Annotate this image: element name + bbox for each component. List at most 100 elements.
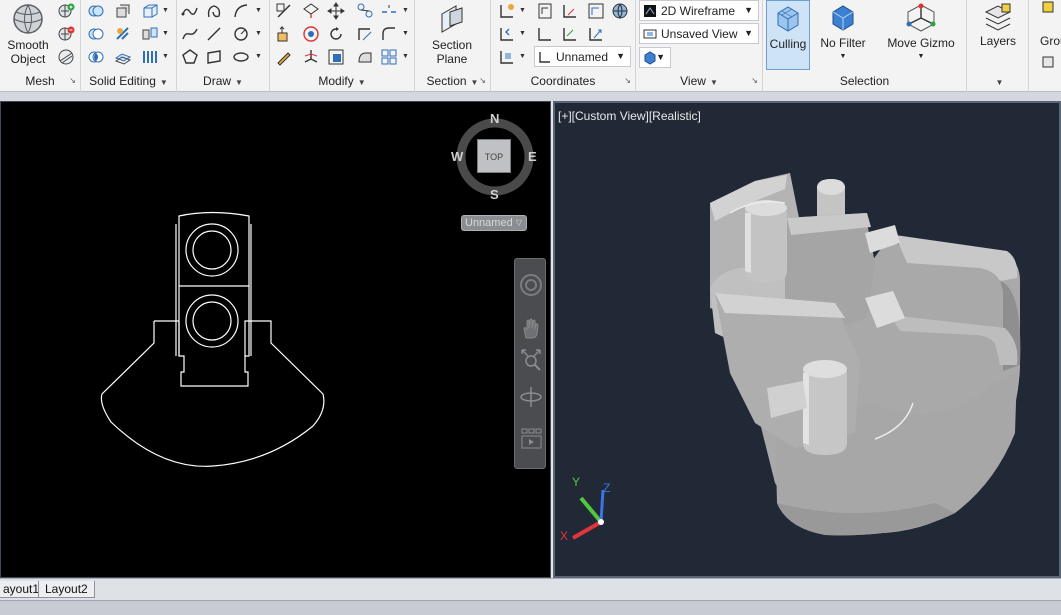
ucs-origin-button[interactable] — [585, 0, 607, 22]
section-solid-button[interactable] — [354, 46, 376, 68]
chevron-down-icon[interactable]: ▼ — [162, 30, 169, 37]
draw-panel-title[interactable]: Draw ▼ — [177, 73, 269, 89]
selection-panel-title[interactable]: Selection — [763, 73, 966, 89]
mesh-remove-crease-button[interactable] — [55, 23, 77, 45]
layers-button[interactable]: Layers — [973, 0, 1023, 48]
layers-panel-expander[interactable]: ▼ — [967, 73, 1028, 89]
named-view-combo[interactable]: Unsaved View ▼ — [639, 23, 759, 44]
3d-move-button[interactable] — [325, 0, 347, 22]
visual-style-combo[interactable]: 2D Wireframe ▼ — [639, 0, 759, 21]
ucs-x-button[interactable] — [559, 0, 581, 22]
chevron-down-icon[interactable]: ▼ — [402, 53, 409, 60]
ucs-named-button[interactable] — [534, 0, 556, 22]
ucs-button[interactable] — [496, 0, 518, 22]
group-button[interactable] — [1041, 0, 1055, 14]
section-panel-title[interactable]: Section ▼ ↘ — [415, 73, 490, 89]
zoom-extents-button[interactable] — [519, 347, 543, 371]
pan-button[interactable] — [519, 317, 543, 341]
polygon-button[interactable] — [179, 46, 201, 68]
stretch-button[interactable] — [354, 23, 376, 45]
offset-edge-button[interactable] — [273, 46, 295, 68]
move-gizmo-button[interactable]: Move Gizmo ▼ — [881, 0, 961, 64]
solid-history-button[interactable] — [139, 0, 161, 22]
presspull-button[interactable] — [273, 23, 295, 45]
showmotion-button[interactable] — [519, 427, 543, 451]
viewcube[interactable]: TOP N S W E — [451, 111, 537, 202]
array-button[interactable] — [378, 46, 400, 68]
separate-button[interactable] — [139, 23, 161, 45]
ellipse-button[interactable] — [230, 46, 252, 68]
compass-east[interactable]: E — [528, 149, 537, 164]
chevron-down-icon[interactable]: ▼ — [162, 7, 169, 14]
view-title-text: View — [680, 74, 706, 88]
modify-panel-title[interactable]: Modify ▼ — [270, 73, 414, 89]
spline-button[interactable] — [179, 23, 201, 45]
orbit-button[interactable] — [519, 385, 543, 409]
viewport-top-2d[interactable]: TOP N S W E Unnamed ▽ — [0, 101, 551, 578]
viewcube-top-face[interactable]: TOP — [477, 139, 511, 173]
view-cube-dropdown[interactable]: ▼ — [639, 47, 671, 68]
viewport-custom-3d[interactable]: [+][Custom View][Realistic] X Y Z — [553, 101, 1061, 578]
zoom-magnifier-icon — [521, 349, 541, 371]
arc-button[interactable] — [230, 0, 252, 22]
chevron-down-icon[interactable]: ▼ — [162, 53, 169, 60]
compass-north[interactable]: N — [490, 111, 499, 126]
mesh-panel-title[interactable]: Mesh ↘ — [0, 73, 80, 89]
tab-layout2[interactable]: Layout2 — [38, 581, 95, 598]
ucs-y-button[interactable] — [559, 23, 581, 45]
union-button[interactable] — [85, 0, 107, 22]
no-filter-button[interactable]: No Filter ▼ — [816, 0, 870, 64]
chevron-down-icon[interactable]: ▼ — [402, 7, 409, 14]
line-button[interactable] — [203, 23, 225, 45]
rectangle-button[interactable] — [203, 46, 225, 68]
ucs-world-button[interactable] — [534, 23, 556, 45]
slice-button[interactable] — [112, 46, 134, 68]
chevron-down-icon[interactable]: ▼ — [255, 7, 262, 14]
chevron-down-icon[interactable]: ▼ — [255, 30, 262, 37]
culling-button[interactable]: Culling — [766, 0, 810, 70]
ucs-combo[interactable]: Unnamed ▼ — [534, 46, 631, 67]
scale-rect-button[interactable] — [325, 46, 347, 68]
thicken-button[interactable] — [139, 46, 161, 68]
chevron-down-icon[interactable]: ▼ — [402, 30, 409, 37]
polyline-button[interactable] — [179, 0, 201, 22]
sector-base-outline — [100, 320, 325, 467]
view-panel-title[interactable]: View ▼ ↘ — [636, 73, 762, 89]
mesh-refine-button[interactable] — [55, 46, 77, 68]
extract-edges-button[interactable] — [112, 0, 134, 22]
compass-west[interactable]: W — [451, 149, 463, 164]
ucs-menu-button[interactable]: Unnamed ▽ — [461, 215, 527, 231]
3d-array-button[interactable] — [300, 23, 322, 45]
coordinates-panel-title[interactable]: Coordinates ↘ — [491, 73, 635, 89]
ucs-previous-button[interactable] — [496, 23, 518, 45]
section-plane-button[interactable]: Section Plane — [423, 0, 481, 66]
ucs-face-button[interactable] — [496, 46, 518, 68]
rotate-button[interactable] — [325, 23, 347, 45]
chevron-down-icon[interactable]: ▼ — [519, 7, 526, 14]
pencil-icon — [277, 52, 291, 66]
circle-button[interactable] — [230, 23, 252, 45]
ungroup-button[interactable] — [1041, 55, 1055, 69]
chevron-down-icon[interactable]: ▼ — [519, 53, 526, 60]
mirror-3d-button[interactable] — [300, 46, 322, 68]
mesh-add-crease-button[interactable] — [55, 0, 77, 22]
subtract-button[interactable] — [85, 23, 107, 45]
smooth-object-button[interactable]: Smooth Object — [2, 0, 54, 66]
scale-button[interactable] — [273, 0, 295, 22]
compass-south[interactable]: S — [490, 187, 499, 202]
fillet-button[interactable] — [378, 23, 400, 45]
helix-button[interactable] — [203, 0, 225, 22]
solid-editing-panel-title[interactable]: Solid Editing ▼ — [81, 73, 176, 89]
align-button[interactable] — [354, 0, 376, 22]
rectangle-icon — [207, 50, 221, 64]
ucs-z-button[interactable] — [585, 23, 607, 45]
break-button[interactable] — [378, 0, 400, 22]
steering-wheel-button[interactable] — [519, 273, 543, 297]
3d-rotate-button[interactable] — [300, 0, 322, 22]
intersect-button[interactable] — [85, 46, 107, 68]
chevron-down-icon[interactable]: ▼ — [519, 30, 526, 37]
ucs-icon-properties-button[interactable] — [609, 0, 631, 22]
no-filter-label: No Filter — [820, 36, 866, 50]
chevron-down-icon[interactable]: ▼ — [255, 53, 262, 60]
imprint-button[interactable] — [112, 23, 134, 45]
